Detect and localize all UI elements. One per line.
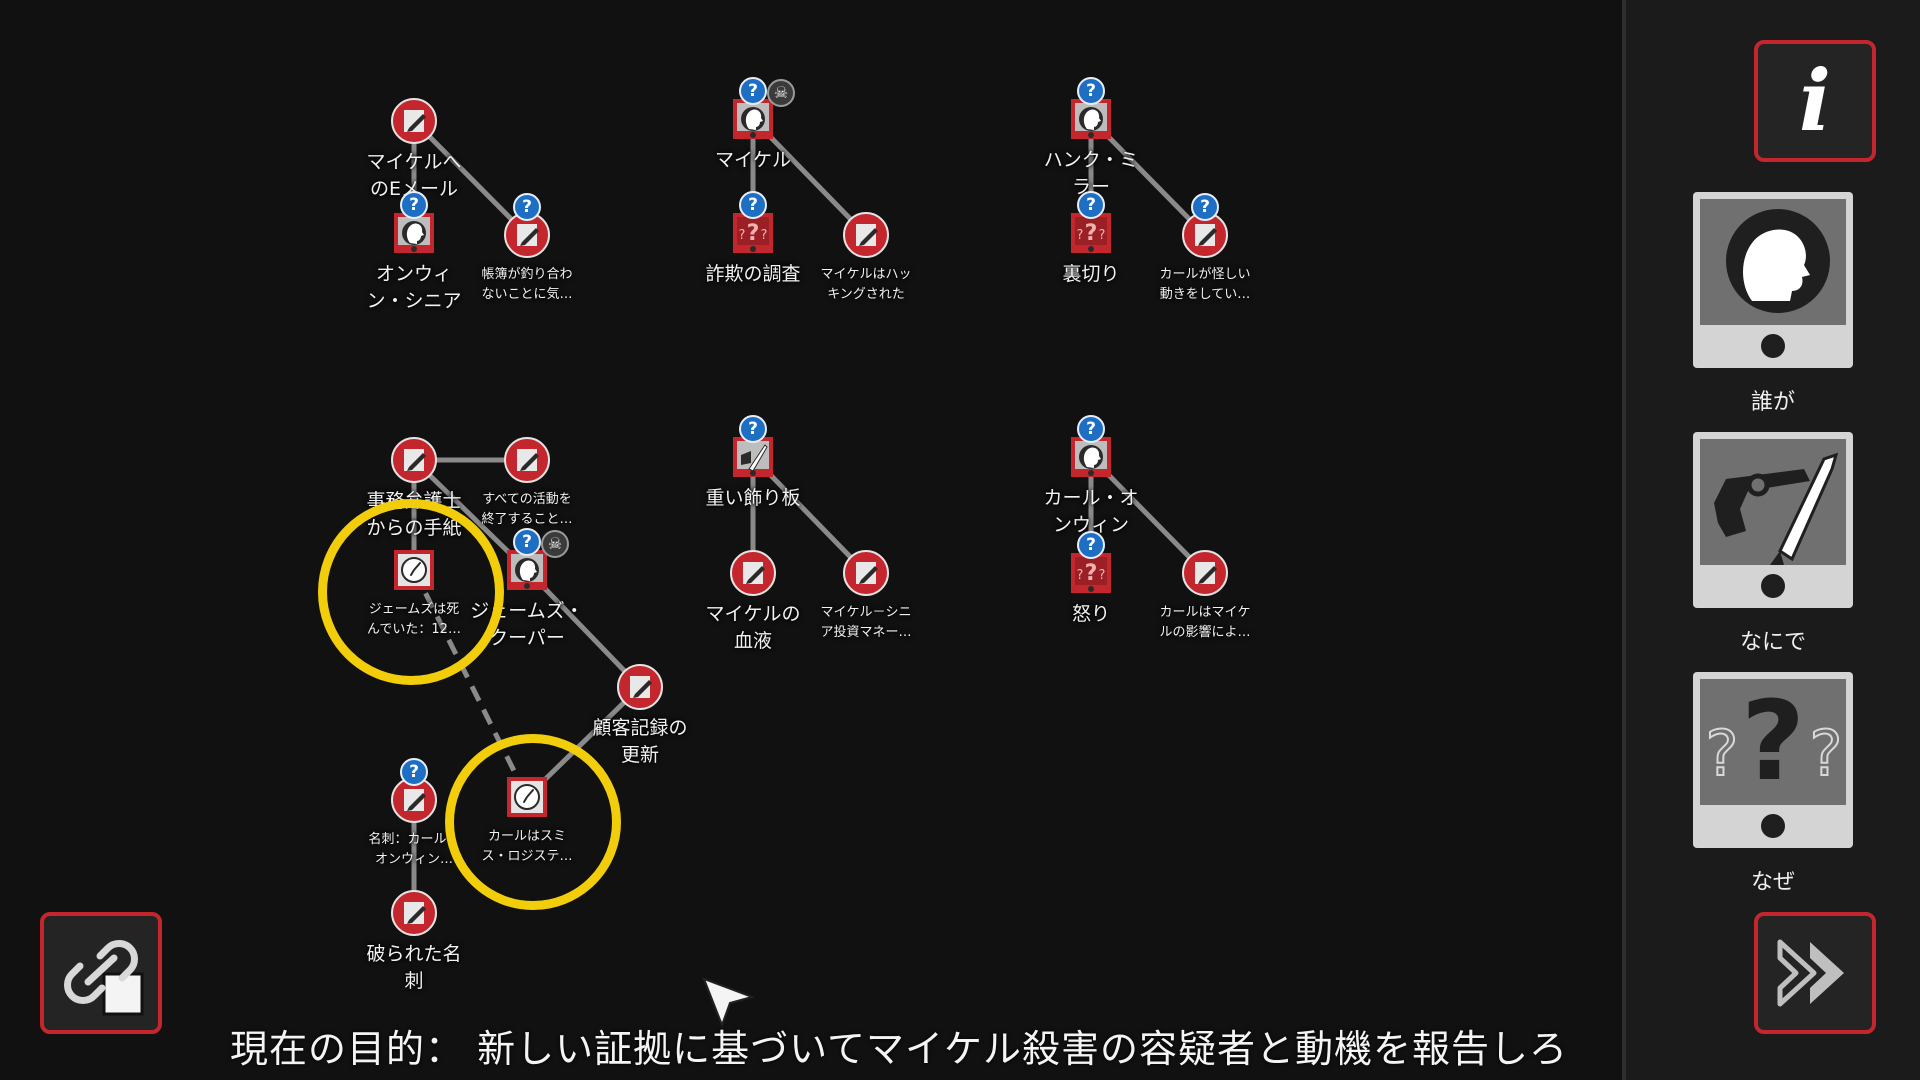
svg-text:?: ?	[1085, 561, 1098, 586]
svg-text:?: ?	[1706, 717, 1739, 790]
why-label: なぜ	[1750, 870, 1795, 895]
mouse-cursor-icon	[702, 977, 756, 1028]
fast-forward-icon	[1777, 939, 1844, 1007]
svg-text:?: ?	[739, 228, 746, 243]
node-label: 顧客記録の 更新	[592, 717, 688, 766]
fast-forward-button[interactable]	[1754, 912, 1876, 1034]
node-label: すべての活動を 終了すること…	[481, 492, 573, 527]
question-badge-icon: ?	[1077, 191, 1105, 219]
note-icon	[504, 437, 550, 483]
skull-badge-icon: ☠	[541, 530, 569, 558]
who-label: 誰が	[1750, 390, 1795, 415]
node-label: 帳簿が釣り合わ ないことに気…	[481, 267, 573, 302]
question-badge-icon: ?	[1077, 531, 1105, 559]
current-objective: 現在の目的： 新しい証拠に基づいてマイケル殺害の容疑者と動機を報告しろ	[230, 1027, 1568, 1071]
question-badge-icon: ?	[513, 193, 541, 221]
svg-text:?: ?	[1741, 679, 1805, 805]
info-icon: i	[1799, 51, 1831, 150]
node-label: ジェームズ・ クーパー	[470, 600, 584, 649]
evidence-board: マイケルへ のEメール オンウィ ン・シニア ? 帳簿が釣り合わ ないことに気……	[0, 0, 1620, 1080]
svg-text:?: ?	[761, 228, 768, 243]
card-dot	[1761, 574, 1785, 598]
card-dot	[1761, 334, 1785, 358]
node-label: カールが怪しい 動きをしてい…	[1159, 267, 1251, 302]
note-icon	[391, 98, 437, 144]
node-label: 破られた名 刺	[366, 943, 462, 992]
note-icon	[730, 550, 776, 596]
note-icon	[843, 550, 889, 596]
svg-text:?: ?	[1810, 717, 1843, 790]
weapons-icon	[1700, 439, 1846, 565]
node-label: カールはマイケ ルの影響によ…	[1159, 605, 1251, 640]
sidebar: i 誰が なにで ? ? ? なぜ	[1622, 0, 1920, 1080]
question-badge-icon: ?	[1191, 193, 1219, 221]
node-label: 重い飾り板	[705, 487, 801, 509]
note-icon	[391, 437, 437, 483]
question-badge-icon: ?	[739, 415, 767, 443]
question-badge-icon: ?	[739, 191, 767, 219]
svg-text:?: ?	[1085, 221, 1098, 246]
why-card[interactable]: ? ? ?	[1693, 672, 1853, 848]
question-badge-icon: ?	[1077, 415, 1105, 443]
node-label: マイケル－シニ ア投資マネー…	[820, 605, 912, 640]
question-badge-icon: ?	[739, 77, 767, 105]
what-card[interactable]	[1693, 432, 1853, 608]
clock-icon	[394, 550, 434, 590]
note-icon	[843, 212, 889, 258]
node-label: カールはスミ ス・ロジステ…	[481, 829, 573, 864]
question-badge-icon: ?	[513, 528, 541, 556]
head-silhouette-icon	[1700, 199, 1846, 325]
node-label: マイケルはハッ キングされた	[820, 267, 912, 302]
info-button[interactable]: i	[1754, 40, 1876, 162]
card-dot	[1761, 814, 1785, 838]
svg-text:?: ?	[1099, 228, 1106, 243]
svg-text:?: ?	[1077, 228, 1084, 243]
note-icon	[391, 890, 437, 936]
svg-text:?: ?	[1077, 568, 1084, 583]
who-card[interactable]	[1693, 192, 1853, 368]
question-marks-icon: ? ? ?	[1700, 677, 1846, 805]
note-icon	[617, 664, 663, 710]
node-label: マイケル	[714, 149, 791, 171]
note-icon	[1182, 550, 1228, 596]
link-button[interactable]	[40, 912, 162, 1034]
svg-text:?: ?	[747, 221, 760, 246]
question-badge-icon: ?	[1077, 77, 1105, 105]
clock-icon	[507, 777, 547, 817]
question-badge-icon: ?	[400, 758, 428, 786]
chain-link-icon	[64, 940, 144, 1016]
what-label: なにで	[1739, 630, 1806, 655]
question-badge-icon: ?	[400, 191, 428, 219]
svg-text:?: ?	[1099, 568, 1106, 583]
skull-badge-icon: ☠	[767, 79, 795, 107]
